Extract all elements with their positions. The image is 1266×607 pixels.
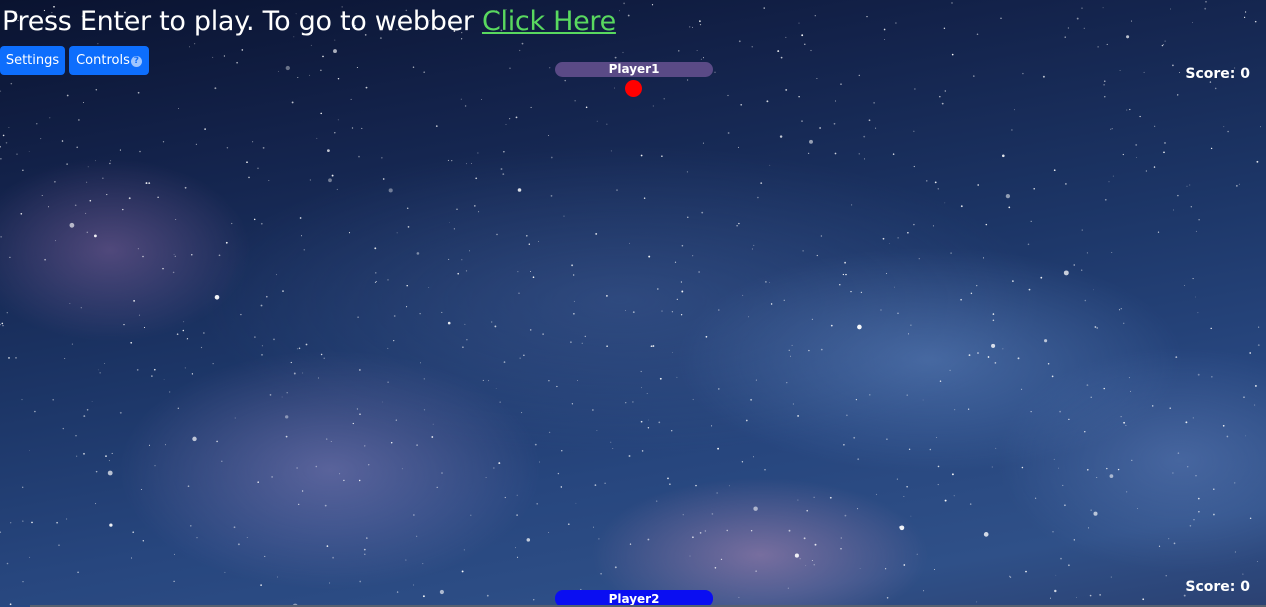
player2-name: Player2 [608, 592, 660, 606]
settings-button[interactable]: Settings [0, 46, 65, 75]
instructions-heading: Press Enter to play. To go to webber Cli… [2, 2, 616, 42]
ball [625, 80, 642, 97]
player2-score: Score: 0 [1185, 579, 1250, 595]
settings-label: Settings [5, 53, 60, 68]
player1-score: Score: 0 [1185, 66, 1250, 82]
controls-button[interactable]: Controls? [69, 46, 149, 75]
webber-link[interactable]: Click Here [482, 6, 616, 37]
player1-paddle: Player1 [555, 62, 713, 77]
controls-label: Controls [76, 53, 130, 68]
instructions-text: Press Enter to play. To go to webber [2, 6, 482, 37]
help-icon: ? [130, 56, 142, 67]
player1-name: Player1 [608, 62, 660, 76]
